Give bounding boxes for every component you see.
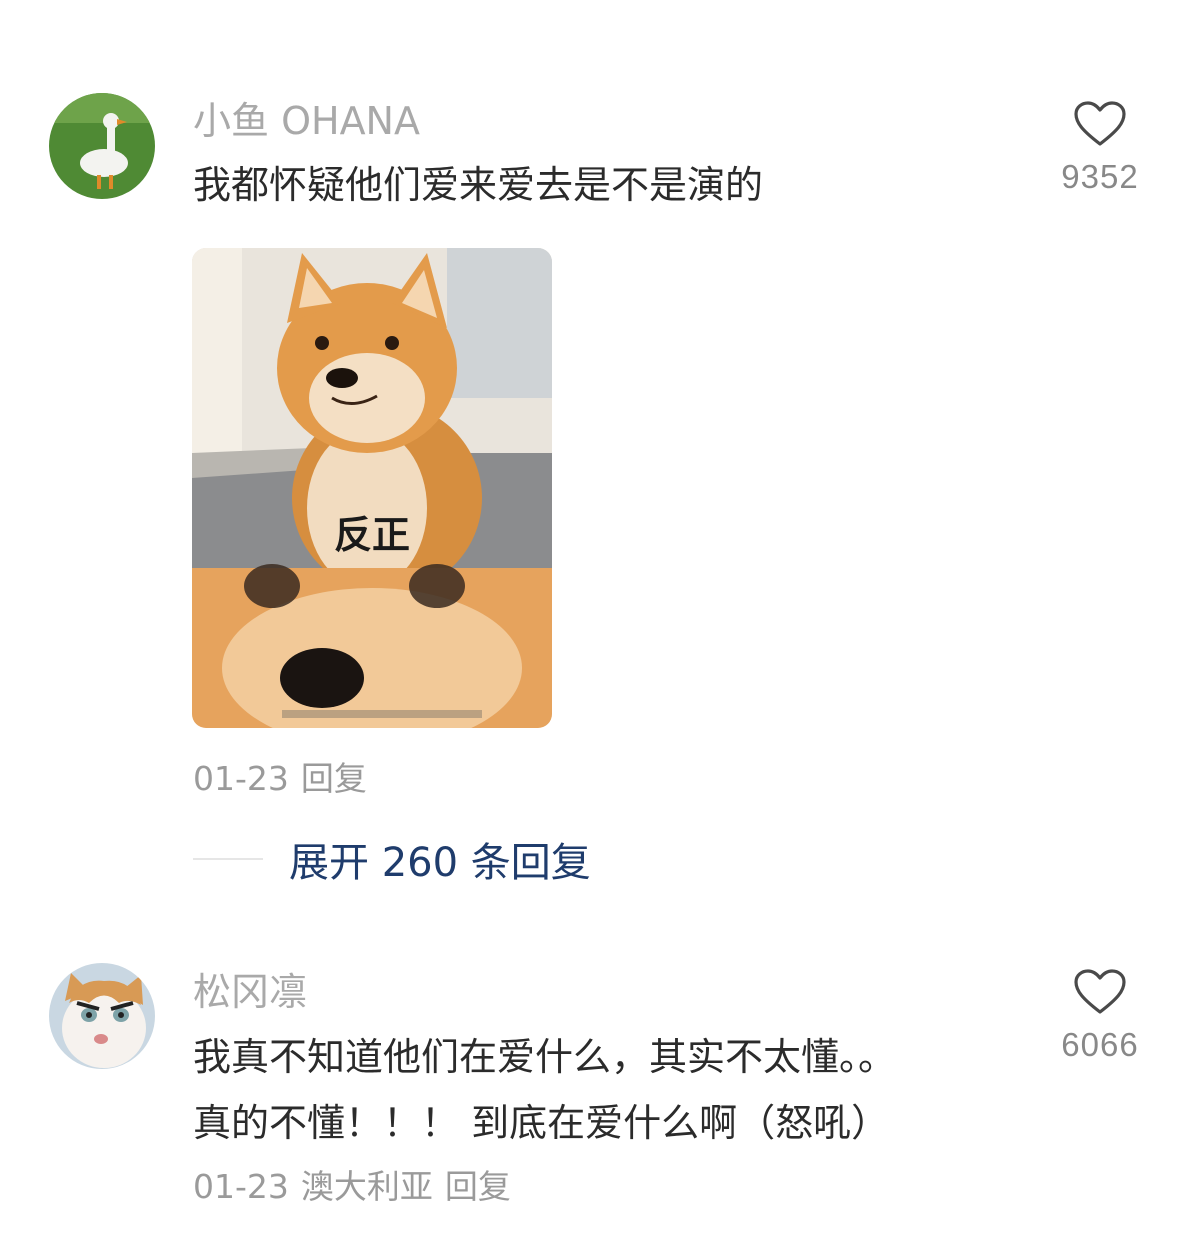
meme-caption: 反正: [334, 513, 410, 557]
avatar[interactable]: [49, 93, 155, 199]
heart-outline-icon: [1074, 101, 1126, 146]
expand-replies-link[interactable]: 展开 260 条回复: [289, 830, 591, 888]
like-count: 9352: [1061, 158, 1139, 195]
avatar[interactable]: [49, 963, 155, 1069]
comment-location: 澳大利亚: [300, 1167, 433, 1206]
username[interactable]: 松冈凛: [193, 973, 307, 1011]
comment-date: 01-23: [193, 759, 289, 798]
cat-avatar-image: [49, 963, 155, 1069]
expand-replies[interactable]: 展开 260 条回复: [193, 830, 591, 888]
comment-date: 01-23: [193, 1167, 289, 1206]
shiba-meme-image: 反正: [192, 248, 552, 728]
comment-text: 我真不知道他们在爱什么，其实不太懂。。 真的不懂！！！ 到底在爱什么啊（怒吼）: [193, 1035, 897, 1145]
heart-outline-icon: [1074, 969, 1126, 1014]
username[interactable]: 小鱼 OHANA: [193, 102, 420, 140]
goose-avatar-image: [49, 93, 155, 199]
divider: [193, 858, 263, 860]
like-button[interactable]: 9352: [1050, 100, 1150, 220]
comment-item: 小鱼 OHANA 我都怀疑他们爱来爱去是不是演的 反正 01-23 回复 展开 …: [0, 0, 1179, 900]
reply-button[interactable]: 回复: [301, 759, 367, 798]
reply-button[interactable]: 回复: [445, 1167, 511, 1206]
meme-image[interactable]: 反正: [192, 248, 552, 728]
comment-text: 我都怀疑他们爱来爱去是不是演的: [193, 163, 764, 207]
comment-meta: 01-23 回复: [193, 762, 379, 795]
like-count: 6066: [1061, 1026, 1139, 1063]
like-button[interactable]: 6066: [1050, 968, 1150, 1088]
comment-meta: 01-23 澳大利亚 回复: [193, 1170, 523, 1203]
